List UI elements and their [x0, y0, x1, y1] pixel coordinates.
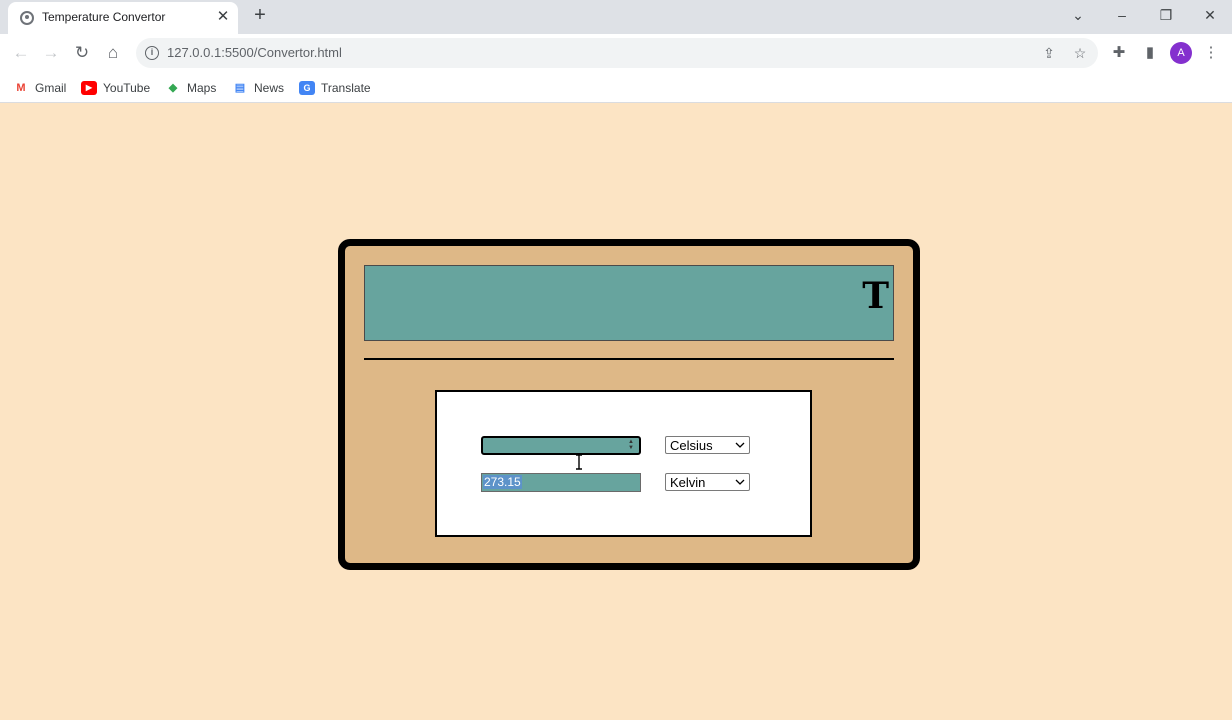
back-icon[interactable]: ←	[8, 40, 34, 66]
browser-toolbar: ← → ↻ ⌂ i 127.0.0.1:5500/Convertor.html …	[0, 34, 1232, 72]
close-window-button[interactable]: ✕	[1196, 4, 1224, 26]
from-unit-value: Celsius	[670, 438, 713, 453]
bookmarks-bar: M Gmail ▶ YouTube ◆ Maps ▤ News G Transl…	[0, 72, 1232, 103]
reload-icon[interactable]: ↻	[69, 40, 95, 66]
bookmark-maps[interactable]: ◆ Maps	[165, 79, 217, 97]
news-icon: ▤	[234, 82, 246, 94]
header-banner: T	[364, 265, 894, 341]
text-cursor-icon	[576, 454, 582, 470]
address-bar[interactable]: i 127.0.0.1:5500/Convertor.html ⇪ ☆	[136, 38, 1098, 68]
share-icon[interactable]: ⇪	[1040, 44, 1058, 62]
restore-button[interactable]: ❐	[1152, 4, 1180, 26]
forward-icon[interactable]: →	[38, 40, 64, 66]
translate-icon: G	[299, 81, 315, 95]
page-viewport: T ▲ ▼ Celsius 273.15 Kelvin	[0, 104, 1232, 720]
bookmark-news[interactable]: ▤ News	[232, 79, 284, 97]
from-unit-select[interactable]: Celsius	[665, 436, 750, 454]
to-unit-select[interactable]: Kelvin	[665, 473, 750, 491]
maps-icon: ◆	[168, 82, 178, 94]
youtube-icon: ▶	[81, 81, 97, 95]
chevron-down-icon	[735, 479, 745, 485]
url-text[interactable]: 127.0.0.1:5500/Convertor.html	[167, 45, 342, 60]
profile-avatar[interactable]: A	[1170, 42, 1192, 64]
menu-dots-icon[interactable]: ⋮	[1200, 42, 1222, 64]
bookmark-star-icon[interactable]: ☆	[1071, 44, 1089, 62]
converter-form: ▲ ▼ Celsius 273.15 Kelvin	[435, 390, 812, 537]
result-output[interactable]: 273.15	[481, 473, 641, 492]
to-unit-value: Kelvin	[670, 475, 706, 490]
chevron-down-icon	[735, 442, 745, 448]
divider-line	[364, 358, 894, 360]
bookmark-gmail[interactable]: M Gmail	[13, 79, 66, 97]
globe-icon	[20, 11, 34, 25]
temperature-input[interactable]: ▲ ▼	[481, 436, 641, 455]
converter-card: T ▲ ▼ Celsius 273.15 Kelvin	[338, 239, 920, 570]
tab-strip: Temperature Convertor ✕ + ⌄ – ❐ ✕	[0, 0, 1232, 34]
site-info-icon[interactable]: i	[145, 46, 159, 60]
side-panel-icon[interactable]: ▮	[1139, 42, 1161, 64]
new-tab-button[interactable]: +	[248, 4, 272, 28]
result-value: 273.15	[483, 475, 522, 489]
tab-title: Temperature Convertor	[42, 10, 166, 24]
home-icon[interactable]: ⌂	[100, 40, 126, 66]
bookmark-translate[interactable]: G Translate	[299, 79, 371, 97]
browser-tab[interactable]: Temperature Convertor ✕	[8, 2, 238, 34]
tab-search-icon[interactable]: ⌄	[1064, 4, 1092, 26]
gmail-icon: M	[16, 82, 26, 94]
tab-close-icon[interactable]: ✕	[215, 8, 231, 26]
bookmark-youtube[interactable]: ▶ YouTube	[81, 79, 150, 97]
minimize-button[interactable]: –	[1108, 4, 1136, 26]
number-spinner-icon[interactable]: ▲ ▼	[626, 439, 636, 452]
header-letter: T	[862, 275, 889, 317]
extensions-icon[interactable]: ✚	[1108, 42, 1130, 64]
